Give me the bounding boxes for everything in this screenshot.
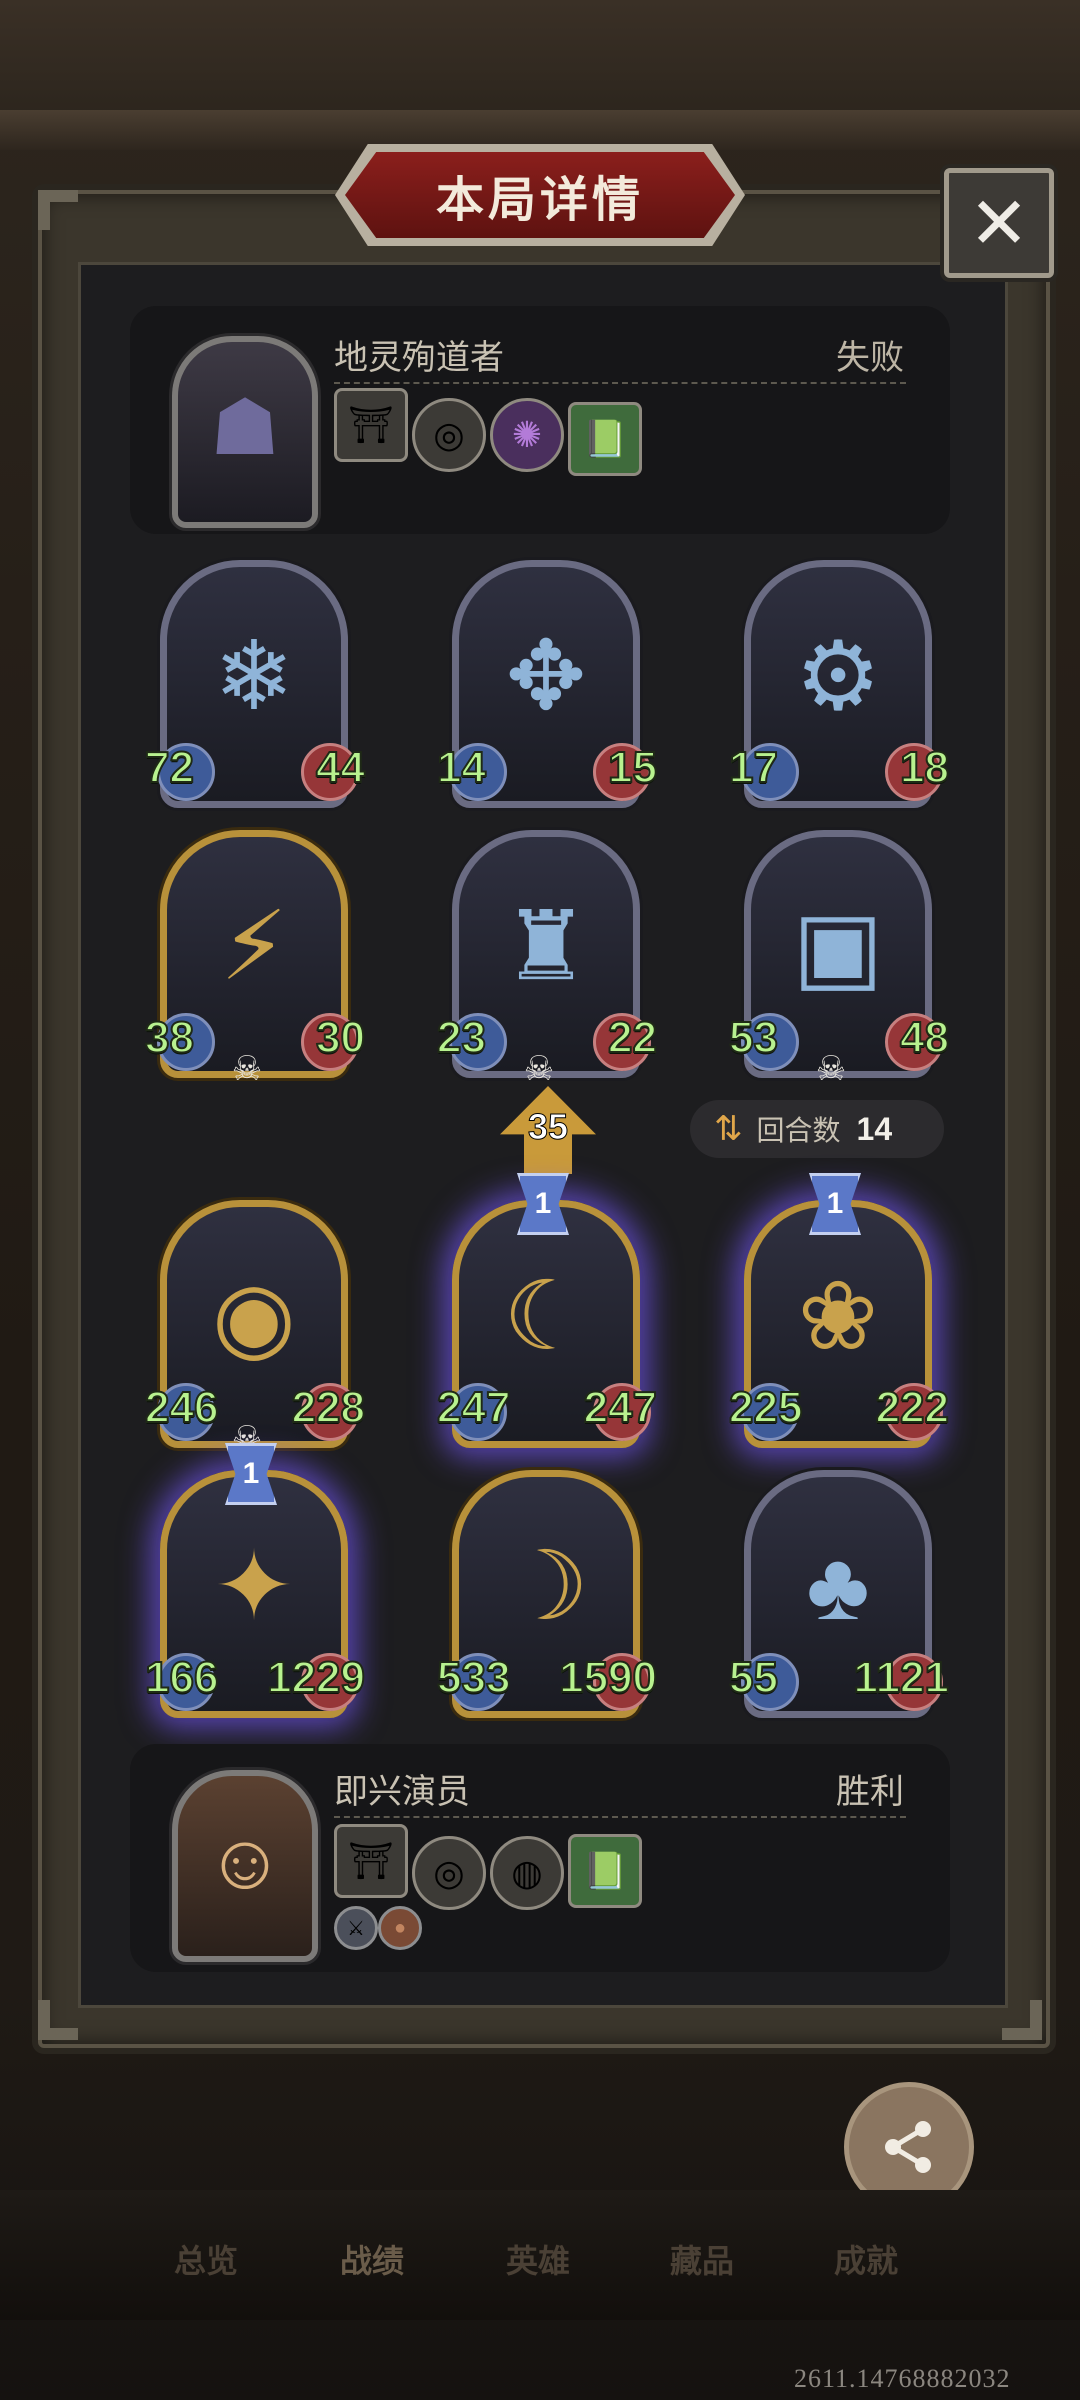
close-button[interactable]: ✕ <box>944 168 1054 278</box>
nav-heroes[interactable]: 英雄 <box>506 2236 570 2282</box>
attack-value: 225 <box>728 1382 803 1433</box>
health-value: 18 <box>899 742 950 793</box>
attack-value: 533 <box>436 1652 511 1703</box>
swap-arrows-icon: ⇅ <box>714 1110 743 1148</box>
minion-card[interactable]: ☽ 533 1590 <box>436 1470 658 1718</box>
health-value: 247 <box>583 1382 658 1433</box>
nav-records[interactable]: 战绩 <box>340 2236 404 2282</box>
green-book-icon[interactable]: 📗 <box>568 402 642 476</box>
tier-badge: 1 <box>225 1443 277 1505</box>
tier-badge: 1 <box>809 1173 861 1235</box>
attack-value: 14 <box>436 742 487 793</box>
player-result: 胜利 <box>836 1773 904 1811</box>
attack-value: 72 <box>144 742 195 793</box>
attack-value: 38 <box>144 1012 195 1063</box>
share-icon <box>885 2121 931 2173</box>
compass-icon[interactable]: ◎ <box>412 1836 486 1910</box>
page-title: 本局详情 <box>435 174 644 227</box>
minion-card[interactable]: ❀ 225 222 1 <box>728 1173 950 1448</box>
turn-value: 14 <box>856 1110 893 1147</box>
health-value: 1590 <box>558 1652 658 1703</box>
minion-card[interactable]: ☾ 247 247 1 <box>436 1173 658 1448</box>
green-book-icon[interactable]: 📗 <box>568 1834 642 1908</box>
player-card: ☺ 即兴演员 胜利 ⛩ ◎ ◍ 📗 ⚔ ● <box>130 1744 950 1972</box>
attack-value: 17 <box>728 742 779 793</box>
jester-man-icon: ☺ <box>205 1817 285 1905</box>
minion-card[interactable]: ✦ 166 1229 1 <box>144 1443 366 1718</box>
opponent-name: 地灵殉道者 <box>334 339 504 377</box>
skull-icon: ☠ <box>231 1050 263 1088</box>
divider <box>334 382 906 384</box>
skull-icon: ☠ <box>815 1050 847 1088</box>
minion-card[interactable]: ⚡ 38 30 ☠ <box>144 830 366 1088</box>
minion-card[interactable]: ❄ 72 44 <box>144 560 366 808</box>
shrine-icon[interactable]: ⛩ <box>334 1824 408 1898</box>
close-icon: ✕ <box>968 184 1030 264</box>
minion-card[interactable]: ✥ 14 15 <box>436 560 658 808</box>
minion-card[interactable]: ♣ 55 1121 <box>728 1470 950 1718</box>
hooded-shade-icon: ☗ <box>210 383 280 471</box>
opponent-card: ☗ 地灵殉道者 失败 ⛩ ◎ ✺ 📗 <box>130 306 950 534</box>
health-value: 222 <box>875 1382 950 1433</box>
minion-card[interactable]: ◉ 246 228 ☠ <box>144 1200 366 1458</box>
health-value: 228 <box>291 1382 366 1433</box>
nav-achievements[interactable]: 成就 <box>834 2236 898 2282</box>
copper-coin-icon[interactable]: ● <box>378 1906 422 1950</box>
health-value: 22 <box>607 1012 658 1063</box>
turn-label: 回合数 <box>756 1115 841 1146</box>
health-value: 30 <box>315 1012 366 1063</box>
minion-card[interactable]: ♜ 23 22 ☠ <box>436 830 658 1088</box>
nav-overview[interactable]: 总览 <box>174 2236 238 2282</box>
attack-value: 166 <box>144 1652 219 1703</box>
compass-icon[interactable]: ◎ <box>412 398 486 472</box>
attack-value: 55 <box>728 1652 779 1703</box>
nav-collection[interactable]: 藏品 <box>670 2236 734 2282</box>
user-id: 2611.14768882032 <box>794 2364 1011 2393</box>
crossed-swords-icon[interactable]: ⚔ <box>334 1906 378 1950</box>
minion-card[interactable]: ⚙ 17 18 <box>728 560 950 808</box>
turn-counter: ⇅ 回合数 14 <box>690 1100 944 1158</box>
attack-value: 23 <box>436 1012 487 1063</box>
opponent-portrait[interactable]: ☗ <box>172 336 318 528</box>
attack-value: 246 <box>144 1382 219 1433</box>
skull-icon: ☠ <box>523 1050 555 1088</box>
health-value: 44 <box>315 742 366 793</box>
player-portrait[interactable]: ☺ <box>172 1770 318 1962</box>
shrine-icon[interactable]: ⛩ <box>334 388 408 462</box>
minion-card[interactable]: ▣ 53 48 ☠ <box>728 830 950 1088</box>
divider <box>334 1816 906 1818</box>
opponent-result: 失败 <box>836 339 904 377</box>
attack-value: 247 <box>436 1382 511 1433</box>
health-value: 1229 <box>266 1652 366 1703</box>
damage-value: 35 <box>527 1106 569 1148</box>
tier-badge: 1 <box>517 1173 569 1235</box>
player-name: 即兴演员 <box>334 1773 470 1811</box>
attack-value: 53 <box>728 1012 779 1063</box>
health-value: 48 <box>899 1012 950 1063</box>
purple-orb-icon[interactable]: ✺ <box>490 398 564 472</box>
title-banner: 本局详情 <box>345 152 735 238</box>
cauldron-icon[interactable]: ◍ <box>490 1836 564 1910</box>
health-value: 15 <box>607 742 658 793</box>
health-value: 1121 <box>853 1652 950 1703</box>
